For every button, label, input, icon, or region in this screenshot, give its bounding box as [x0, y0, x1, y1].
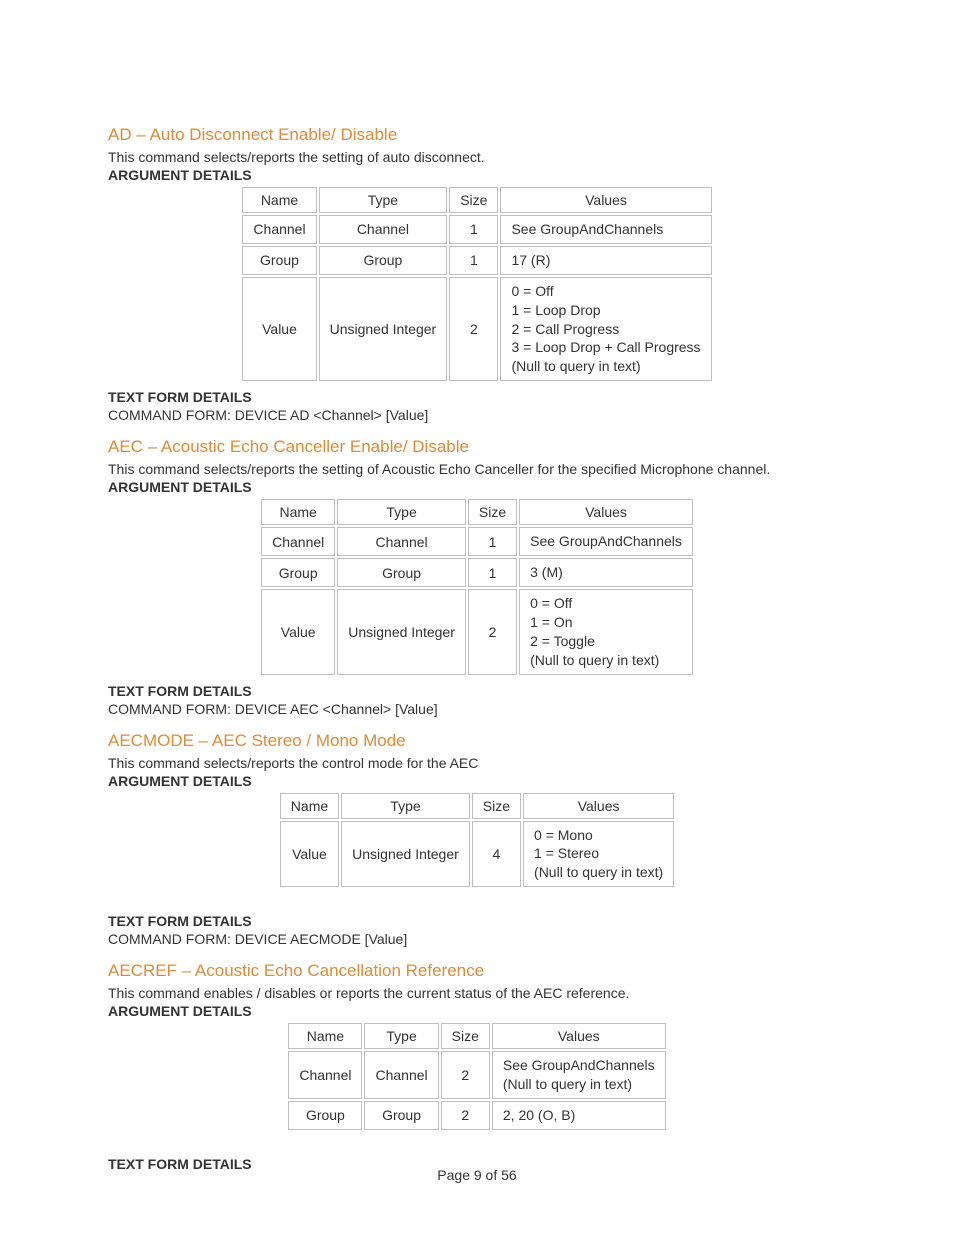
- section-description: This command enables / disables or repor…: [108, 985, 846, 1001]
- command-form-line: COMMAND FORM: DEVICE AD <Channel> [Value…: [108, 407, 846, 423]
- table-header-cell: Type: [319, 187, 448, 213]
- table-header-cell: Size: [449, 187, 498, 213]
- arg-size-cell: 2: [449, 277, 498, 381]
- arg-values-cell: 17 (R): [500, 246, 711, 275]
- arg-name-cell: Channel: [261, 527, 335, 556]
- arg-type-cell: Group: [364, 1101, 438, 1130]
- arg-name-cell: Value: [242, 277, 316, 381]
- arg-name-cell: Group: [288, 1101, 362, 1130]
- arg-name-cell: Channel: [288, 1051, 362, 1099]
- arg-values-cell: 0 = Mono 1 = Stereo (Null to query in te…: [523, 821, 674, 888]
- arg-values-cell: 3 (M): [519, 558, 693, 587]
- table-row: ChannelChannel1See GroupAndChannels: [261, 527, 693, 556]
- arguments-table: NameTypeSizeValuesChannelChannel2See Gro…: [286, 1021, 667, 1132]
- arguments-table: NameTypeSizeValuesChannelChannel1See Gro…: [240, 185, 713, 383]
- command-section: AECMODE – AEC Stereo / Mono Mode This com…: [108, 731, 846, 948]
- section-heading: AEC – Acoustic Echo Canceller Enable/ Di…: [108, 437, 846, 457]
- table-header-cell: Values: [523, 793, 674, 819]
- table-header-cell: Name: [242, 187, 316, 213]
- table-row: ValueUnsigned Integer20 = Off 1 = On 2 =…: [261, 589, 693, 675]
- arg-type-cell: Unsigned Integer: [319, 277, 448, 381]
- text-form-details-label: TEXT FORM DETAILS: [108, 389, 846, 405]
- arg-values-cell: See GroupAndChannels: [500, 215, 711, 244]
- arg-values-cell: See GroupAndChannels (Null to query in t…: [492, 1051, 666, 1099]
- arg-type-cell: Unsigned Integer: [337, 589, 466, 675]
- table-header-cell: Name: [261, 499, 335, 525]
- arguments-table: NameTypeSizeValuesValueUnsigned Integer4…: [278, 791, 676, 890]
- arg-type-cell: Channel: [337, 527, 466, 556]
- table-row: GroupGroup22, 20 (O, B): [288, 1101, 665, 1130]
- argument-details-label: ARGUMENT DETAILS: [108, 773, 846, 789]
- arguments-table: NameTypeSizeValuesChannelChannel1See Gro…: [259, 497, 695, 676]
- arg-size-cell: 2: [441, 1051, 490, 1099]
- page-footer: Page 9 of 56: [0, 1167, 954, 1183]
- command-section: AD – Auto Disconnect Enable/ Disable This…: [108, 125, 846, 423]
- arg-type-cell: Unsigned Integer: [341, 821, 470, 888]
- argument-details-label: ARGUMENT DETAILS: [108, 479, 846, 495]
- table-header-cell: Size: [472, 793, 521, 819]
- section-description: This command selects/reports the setting…: [108, 149, 846, 165]
- table-row: GroupGroup13 (M): [261, 558, 693, 587]
- table-header-cell: Values: [492, 1023, 666, 1049]
- table-header-cell: Type: [337, 499, 466, 525]
- text-form-details-label: TEXT FORM DETAILS: [108, 913, 846, 929]
- text-form-details-label: TEXT FORM DETAILS: [108, 683, 846, 699]
- arg-size-cell: 2: [441, 1101, 490, 1130]
- arg-values-cell: 2, 20 (O, B): [492, 1101, 666, 1130]
- arg-name-cell: Group: [242, 246, 316, 275]
- command-section: AECREF – Acoustic Echo Cancellation Refe…: [108, 961, 846, 1172]
- arg-values-cell: See GroupAndChannels: [519, 527, 693, 556]
- command-section: AEC – Acoustic Echo Canceller Enable/ Di…: [108, 437, 846, 716]
- arg-size-cell: 1: [468, 558, 517, 587]
- table-header-cell: Name: [288, 1023, 362, 1049]
- section-heading: AECMODE – AEC Stereo / Mono Mode: [108, 731, 846, 751]
- table-row: ChannelChannel1See GroupAndChannels: [242, 215, 711, 244]
- section-heading: AECREF – Acoustic Echo Cancellation Refe…: [108, 961, 846, 981]
- table-header-cell: Values: [519, 499, 693, 525]
- arg-size-cell: 1: [449, 246, 498, 275]
- table-header-cell: Type: [341, 793, 470, 819]
- argument-details-label: ARGUMENT DETAILS: [108, 167, 846, 183]
- command-form-line: COMMAND FORM: DEVICE AECMODE [Value]: [108, 931, 846, 947]
- arg-size-cell: 1: [449, 215, 498, 244]
- arg-type-cell: Group: [337, 558, 466, 587]
- table-row: GroupGroup117 (R): [242, 246, 711, 275]
- argument-details-label: ARGUMENT DETAILS: [108, 1003, 846, 1019]
- table-header-cell: Size: [468, 499, 517, 525]
- arg-type-cell: Channel: [319, 215, 448, 244]
- table-header-cell: Size: [441, 1023, 490, 1049]
- arg-values-cell: 0 = Off 1 = Loop Drop 2 = Call Progress …: [500, 277, 711, 381]
- section-heading: AD – Auto Disconnect Enable/ Disable: [108, 125, 846, 145]
- section-description: This command selects/reports the setting…: [108, 461, 846, 477]
- arg-size-cell: 4: [472, 821, 521, 888]
- arg-name-cell: Value: [261, 589, 335, 675]
- table-header-cell: Type: [364, 1023, 438, 1049]
- arg-name-cell: Channel: [242, 215, 316, 244]
- arg-name-cell: Group: [261, 558, 335, 587]
- section-description: This command selects/reports the control…: [108, 755, 846, 771]
- table-header-cell: Values: [500, 187, 711, 213]
- arg-values-cell: 0 = Off 1 = On 2 = Toggle (Null to query…: [519, 589, 693, 675]
- table-row: ChannelChannel2See GroupAndChannels (Nul…: [288, 1051, 665, 1099]
- table-header-cell: Name: [280, 793, 339, 819]
- table-row: ValueUnsigned Integer40 = Mono 1 = Stere…: [280, 821, 674, 888]
- arg-type-cell: Channel: [364, 1051, 438, 1099]
- table-row: ValueUnsigned Integer20 = Off 1 = Loop D…: [242, 277, 711, 381]
- arg-size-cell: 1: [468, 527, 517, 556]
- arg-name-cell: Value: [280, 821, 339, 888]
- command-form-line: COMMAND FORM: DEVICE AEC <Channel> [Valu…: [108, 701, 846, 717]
- arg-size-cell: 2: [468, 589, 517, 675]
- arg-type-cell: Group: [319, 246, 448, 275]
- document-page: AD – Auto Disconnect Enable/ Disable This…: [0, 0, 954, 1235]
